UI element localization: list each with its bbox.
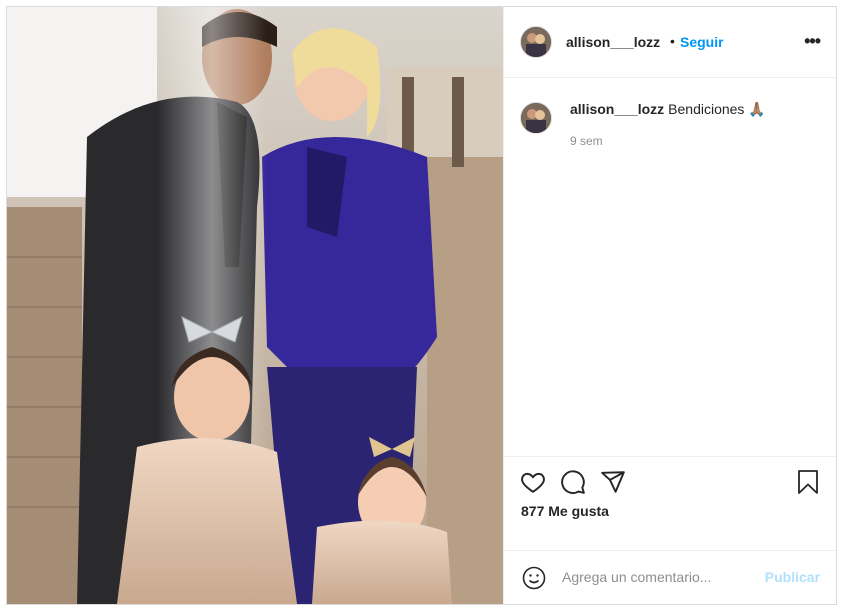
comment-icon[interactable] — [560, 469, 586, 500]
caption-text: allison___lozz Bendiciones 🙏🏽 — [570, 101, 766, 118]
smiley-icon[interactable] — [522, 566, 546, 595]
bookmark-icon[interactable] — [796, 469, 820, 500]
author-username[interactable]: allison___lozz — [566, 34, 660, 50]
paper-plane-icon[interactable] — [600, 469, 626, 500]
caption-username[interactable]: allison___lozz — [570, 101, 664, 117]
post-sidebar: allison___lozz • Seguir ••• allison___lo… — [503, 7, 836, 604]
more-options-icon[interactable]: ••• — [804, 31, 821, 52]
post-header: allison___lozz • Seguir ••• — [504, 7, 836, 78]
caption-body: Bendiciones 🙏🏽 — [668, 101, 766, 117]
post-card: allison___lozz • Seguir ••• allison___lo… — [6, 6, 837, 605]
comment-input[interactable] — [562, 565, 752, 589]
separator-dot: • — [670, 33, 675, 49]
publish-comment-button[interactable]: Publicar — [765, 569, 820, 585]
comment-bar: Publicar — [504, 550, 836, 604]
post-timestamp[interactable]: 9 sem — [570, 134, 603, 148]
caption-section: allison___lozz Bendiciones 🙏🏽 9 sem — [504, 78, 836, 455]
family-photo-image — [7, 7, 503, 604]
likes-count[interactable]: 877 Me gusta — [521, 503, 609, 519]
heart-icon[interactable] — [520, 469, 546, 500]
caption-avatar[interactable] — [520, 102, 552, 134]
follow-button[interactable]: Seguir — [680, 34, 724, 50]
action-bar: 877 Me gusta — [504, 456, 836, 550]
author-avatar[interactable] — [520, 26, 552, 58]
post-photo[interactable] — [7, 7, 503, 604]
